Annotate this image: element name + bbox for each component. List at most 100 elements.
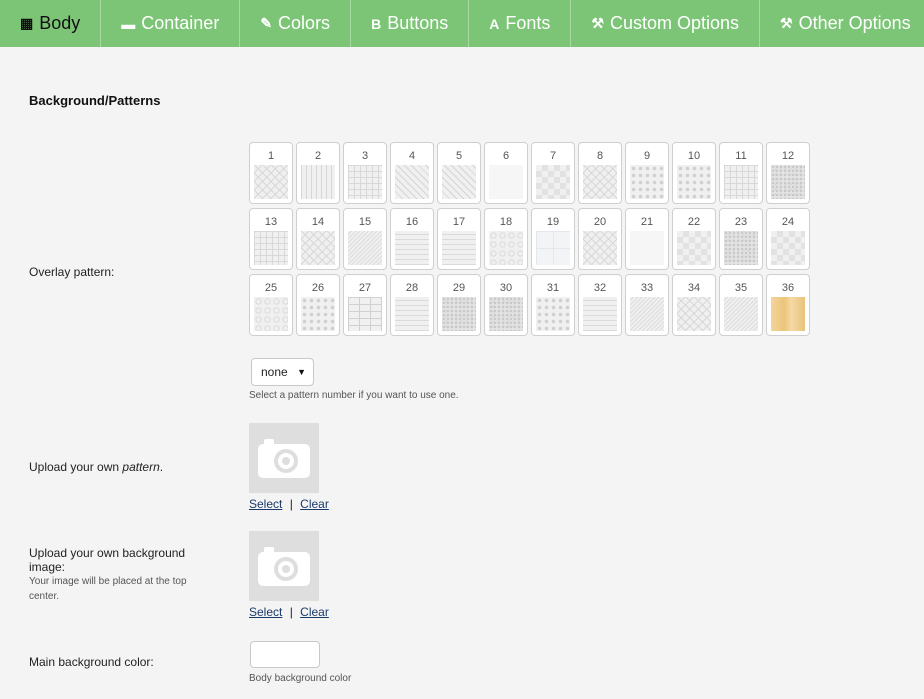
pattern-option[interactable]: 13 [249, 208, 293, 270]
pattern-swatch [677, 165, 711, 199]
layout-icon: ▦ [20, 15, 34, 31]
pattern-swatch [724, 231, 758, 265]
pattern-number: 32 [593, 282, 607, 294]
pattern-swatch [630, 165, 664, 199]
pattern-select[interactable]: none ▼ [251, 358, 314, 386]
pattern-option[interactable]: 21 [625, 208, 669, 270]
pattern-swatch [442, 165, 476, 199]
pattern-swatch [395, 165, 429, 199]
pattern-select-value: none [261, 365, 288, 379]
pattern-swatch [771, 297, 805, 331]
clear-background-link[interactable]: Clear [300, 605, 329, 619]
camera-icon [258, 439, 310, 478]
pattern-number: 4 [408, 150, 416, 162]
pattern-option[interactable]: 16 [390, 208, 434, 270]
pattern-option[interactable]: 22 [672, 208, 716, 270]
tab-fonts[interactable]: A Fonts [469, 0, 572, 47]
pattern-number: 19 [546, 216, 560, 228]
pattern-swatch [771, 165, 805, 199]
pattern-option[interactable]: 5 [437, 142, 481, 204]
pattern-number: 28 [405, 282, 419, 294]
tab-label: Container [141, 13, 220, 33]
pattern-option[interactable]: 1 [249, 142, 293, 204]
pattern-option[interactable]: 6 [484, 142, 528, 204]
pattern-number: 15 [358, 216, 372, 228]
pattern-option[interactable]: 32 [578, 274, 622, 336]
pattern-option[interactable]: 19 [531, 208, 575, 270]
pattern-option[interactable]: 20 [578, 208, 622, 270]
upload-pattern-label-suffix: . [159, 460, 164, 474]
pattern-option[interactable]: 31 [531, 274, 575, 336]
pattern-swatch [583, 297, 617, 331]
link-separator: | [289, 497, 293, 511]
pattern-option[interactable]: 10 [672, 142, 716, 204]
pattern-option[interactable]: 26 [296, 274, 340, 336]
bg-color-picker[interactable] [250, 641, 320, 668]
tab-label: Custom Options [609, 13, 740, 33]
pattern-option[interactable]: 8 [578, 142, 622, 204]
pattern-number: 6 [502, 150, 510, 162]
pattern-option[interactable]: 17 [437, 208, 481, 270]
pattern-option[interactable]: 18 [484, 208, 528, 270]
pattern-option[interactable]: 27 [343, 274, 387, 336]
pattern-number: 23 [734, 216, 748, 228]
select-background-link[interactable]: Select [249, 605, 282, 619]
pattern-number: 7 [549, 150, 557, 162]
pattern-option[interactable]: 14 [296, 208, 340, 270]
pattern-option[interactable]: 28 [390, 274, 434, 336]
tab-container[interactable]: ▬ Container [101, 0, 241, 47]
pattern-swatch [536, 231, 570, 265]
pattern-option[interactable]: 12 [766, 142, 810, 204]
font-icon: A [489, 15, 500, 32]
pattern-option[interactable]: 9 [625, 142, 669, 204]
bg-color-help-text: Body background color [249, 673, 352, 684]
pattern-option[interactable]: 2 [296, 142, 340, 204]
clear-pattern-link[interactable]: Clear [300, 497, 329, 511]
tab-custom-options[interactable]: ⚒ Custom Options [571, 0, 761, 47]
pattern-number: 13 [264, 216, 278, 228]
pattern-number: 5 [455, 150, 463, 162]
pattern-swatch [724, 297, 758, 331]
pattern-option[interactable]: 23 [719, 208, 763, 270]
pattern-swatch [489, 231, 523, 265]
pattern-number: 3 [361, 150, 369, 162]
tab-body[interactable]: ▦ Body [0, 0, 102, 47]
pattern-swatch [301, 297, 335, 331]
pattern-option[interactable]: 7 [531, 142, 575, 204]
pattern-option[interactable]: 24 [766, 208, 810, 270]
pattern-upload-links: Select | Clear [249, 497, 329, 511]
pattern-swatch [489, 165, 523, 199]
upload-background-label: Upload your own background image: Your i… [29, 546, 209, 604]
pattern-option[interactable]: 4 [390, 142, 434, 204]
pattern-number: 18 [499, 216, 513, 228]
pattern-upload-preview[interactable] [249, 423, 319, 493]
pattern-option[interactable]: 30 [484, 274, 528, 336]
pattern-option[interactable]: 3 [343, 142, 387, 204]
pattern-swatch [254, 297, 288, 331]
pattern-option[interactable]: 11 [719, 142, 763, 204]
pattern-option[interactable]: 36 [766, 274, 810, 336]
pattern-swatch [442, 231, 476, 265]
pattern-swatch [348, 297, 382, 331]
tab-other-options[interactable]: ⚒ Other Options [760, 0, 924, 47]
pattern-swatch [348, 231, 382, 265]
background-upload-preview[interactable] [249, 531, 319, 601]
pattern-option[interactable]: 35 [719, 274, 763, 336]
pattern-option[interactable]: 15 [343, 208, 387, 270]
select-pattern-link[interactable]: Select [249, 497, 282, 511]
pattern-option[interactable]: 29 [437, 274, 481, 336]
pattern-option[interactable]: 33 [625, 274, 669, 336]
pattern-option[interactable]: 34 [672, 274, 716, 336]
pattern-number: 14 [311, 216, 325, 228]
tab-label: Body [39, 13, 81, 33]
tab-label: Buttons [387, 13, 449, 33]
upload-pattern-label-emph: pattern [122, 460, 160, 474]
pattern-option[interactable]: 25 [249, 274, 293, 336]
tab-colors[interactable]: ✎ Colors [240, 0, 352, 47]
tab-buttons[interactable]: B Buttons [351, 0, 470, 47]
caret-down-icon: ▼ [297, 367, 306, 377]
tools-icon: ⚒ [591, 15, 604, 31]
pattern-swatch [301, 165, 335, 199]
pattern-swatch [583, 231, 617, 265]
pattern-swatch [771, 231, 805, 265]
